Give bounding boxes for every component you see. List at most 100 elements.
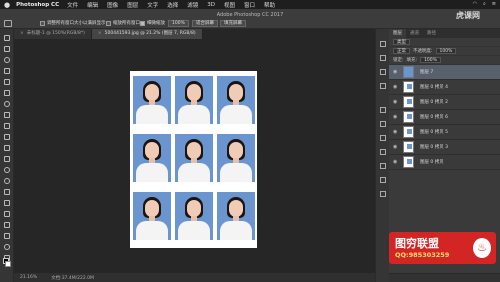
wifi-icon[interactable]: ◠ bbox=[473, 1, 477, 7]
resize-windows-option[interactable]: 调整所有窗口大小以满屏显示 bbox=[40, 20, 106, 26]
menu-3d[interactable]: 3D bbox=[207, 2, 215, 8]
visibility-eye-icon[interactable]: ◉ bbox=[393, 114, 399, 120]
zoom-tool-icon[interactable] bbox=[4, 20, 12, 27]
fill-input[interactable]: 100% bbox=[420, 57, 441, 63]
layer-row[interactable]: ◉ 图层 0 拷贝 6 bbox=[389, 110, 500, 125]
tab-paths[interactable]: 路径 bbox=[423, 29, 440, 38]
zoom-all-checkbox[interactable] bbox=[106, 20, 111, 26]
visibility-eye-icon[interactable]: ◉ bbox=[393, 99, 399, 105]
scrubby-zoom-checkbox[interactable] bbox=[140, 20, 145, 26]
brush-panel-icon[interactable] bbox=[380, 107, 386, 113]
brush-tool-icon[interactable] bbox=[4, 112, 10, 118]
pen-tool-icon[interactable] bbox=[4, 189, 10, 195]
crop-tool-icon[interactable] bbox=[4, 79, 10, 85]
layer-row[interactable]: ◉ 图层 0 拷贝 4 bbox=[389, 80, 500, 95]
document-canvas[interactable] bbox=[130, 71, 257, 248]
zoom-all-option[interactable]: 缩放所有窗口 bbox=[106, 20, 140, 26]
document-size[interactable]: 文档:37.4M/222.0M bbox=[51, 275, 94, 281]
layer-name[interactable]: 图层 0 拷贝 4 bbox=[420, 84, 448, 90]
history-panel-icon[interactable] bbox=[380, 41, 386, 47]
type-tool-icon[interactable] bbox=[4, 200, 10, 206]
menu-type[interactable]: 文字 bbox=[147, 1, 158, 9]
zoom-level[interactable]: 21.16% bbox=[20, 275, 37, 280]
visibility-eye-icon[interactable]: ◉ bbox=[393, 159, 399, 165]
tools-panel-icon[interactable] bbox=[380, 191, 386, 197]
menu-app-name[interactable]: Photoshop CC bbox=[16, 2, 59, 8]
fill-label: 填充: bbox=[406, 58, 418, 63]
move-tool-icon[interactable] bbox=[4, 35, 10, 41]
path-select-tool-icon[interactable] bbox=[4, 211, 10, 217]
layer-row[interactable]: ◉ 图层 7 bbox=[389, 65, 500, 80]
history-brush-tool-icon[interactable] bbox=[4, 134, 10, 140]
layer-row[interactable]: ◉ 图层 0 拷贝 2 bbox=[389, 95, 500, 110]
layer-row[interactable]: ◉ 图层 0 拷贝 bbox=[389, 155, 500, 170]
blend-mode-select[interactable]: 正常 bbox=[393, 48, 410, 54]
visibility-eye-icon[interactable]: ◉ bbox=[393, 69, 399, 75]
tab-channels[interactable]: 通道 bbox=[406, 29, 423, 38]
tab-untitled[interactable]: × 未标题-1 @ 150%(RGB/8*) bbox=[14, 29, 92, 39]
fit-screen-group: 适合屏幕 bbox=[192, 20, 218, 27]
menu-help[interactable]: 帮助 bbox=[264, 1, 275, 9]
menu-edit[interactable]: 编辑 bbox=[87, 1, 98, 9]
visibility-eye-icon[interactable]: ◉ bbox=[393, 84, 399, 90]
gradient-tool-icon[interactable] bbox=[4, 156, 10, 162]
layer-name[interactable]: 图层 0 拷贝 6 bbox=[420, 114, 448, 120]
menu-view[interactable]: 视图 bbox=[224, 1, 235, 9]
menu-image[interactable]: 图像 bbox=[107, 1, 118, 9]
swatches-panel-icon[interactable] bbox=[380, 163, 386, 169]
menu-list-icon[interactable]: ≡ bbox=[492, 1, 496, 7]
eraser-tool-icon[interactable] bbox=[4, 145, 10, 151]
marquee-tool-icon[interactable] bbox=[4, 46, 10, 52]
healing-brush-tool-icon[interactable] bbox=[4, 101, 10, 107]
options-bar: Adobe Photoshop CC 2017 调整所有窗口大小以满屏显示 缩放… bbox=[0, 9, 500, 29]
fit-screen-button[interactable]: 适合屏幕 bbox=[192, 20, 218, 27]
opacity-input[interactable]: 100% bbox=[435, 48, 457, 54]
id-photo bbox=[217, 192, 255, 240]
zoom-100-button[interactable]: 100% bbox=[168, 20, 189, 27]
lasso-tool-icon[interactable] bbox=[4, 57, 10, 63]
background-color-swatch[interactable] bbox=[5, 261, 11, 267]
layer-name[interactable]: 图层 0 拷贝 3 bbox=[420, 144, 448, 150]
hand-tool-icon[interactable] bbox=[4, 233, 10, 239]
resize-windows-checkbox[interactable] bbox=[40, 20, 45, 26]
layer-name[interactable]: 图层 0 拷贝 bbox=[420, 159, 444, 165]
menu-window[interactable]: 窗口 bbox=[244, 1, 255, 9]
apple-icon[interactable]: ● bbox=[4, 1, 10, 9]
character-panel-icon[interactable] bbox=[380, 135, 386, 141]
scrubby-zoom-option[interactable]: 细微缩放 bbox=[140, 20, 165, 26]
clone-stamp-tool-icon[interactable] bbox=[4, 123, 10, 129]
quick-select-tool-icon[interactable] bbox=[4, 68, 10, 74]
layer-filter-select[interactable]: 类型 bbox=[393, 39, 410, 45]
layer-row[interactable]: ◉ 图层 0 拷贝 5 bbox=[389, 125, 500, 140]
layer-name[interactable]: 图层 0 拷贝 5 bbox=[420, 129, 448, 135]
properties-panel-icon[interactable] bbox=[380, 55, 386, 61]
eyedropper-tool-icon[interactable] bbox=[4, 90, 10, 96]
dodge-tool-icon[interactable] bbox=[4, 178, 10, 184]
rectangle-tool-icon[interactable] bbox=[4, 222, 10, 228]
search-icon[interactable]: ⌕ bbox=[483, 1, 486, 7]
layer-name[interactable]: 图层 0 拷贝 2 bbox=[420, 99, 448, 105]
libraries-panel-icon[interactable] bbox=[380, 83, 386, 89]
menu-select[interactable]: 选择 bbox=[167, 1, 178, 9]
menu-filter[interactable]: 滤镜 bbox=[187, 1, 198, 9]
zoom-tool-icon[interactable] bbox=[4, 244, 10, 250]
menu-layer[interactable]: 图层 bbox=[127, 1, 138, 9]
close-icon[interactable]: × bbox=[98, 31, 102, 36]
tab-active-document[interactable]: × 500441593.jpg @ 21.2% (图层 7, RGB/8) bbox=[91, 29, 203, 39]
close-icon[interactable]: × bbox=[20, 31, 24, 36]
lock-label: 锁定: bbox=[393, 58, 404, 63]
brush-presets-panel-icon[interactable] bbox=[380, 121, 386, 127]
fill-screen-button[interactable]: 填充屏幕 bbox=[220, 20, 246, 27]
styles-panel-icon[interactable] bbox=[380, 177, 386, 183]
blur-tool-icon[interactable] bbox=[4, 167, 10, 173]
layer-row[interactable]: ◉ 图层 0 拷贝 3 bbox=[389, 140, 500, 155]
tab-layers[interactable]: 图层 bbox=[389, 29, 406, 38]
visibility-eye-icon[interactable]: ◉ bbox=[393, 129, 399, 135]
visibility-eye-icon[interactable]: ◉ bbox=[393, 144, 399, 150]
layer-name[interactable]: 图层 7 bbox=[420, 69, 433, 75]
adjustments-panel-icon[interactable] bbox=[380, 69, 386, 75]
canvas-area[interactable] bbox=[14, 39, 375, 273]
paragraph-panel-icon[interactable] bbox=[380, 149, 386, 155]
menu-file[interactable]: 文件 bbox=[67, 1, 78, 9]
promo-badge: 图穷联盟 QQ:985303259 ♨ bbox=[389, 232, 496, 264]
